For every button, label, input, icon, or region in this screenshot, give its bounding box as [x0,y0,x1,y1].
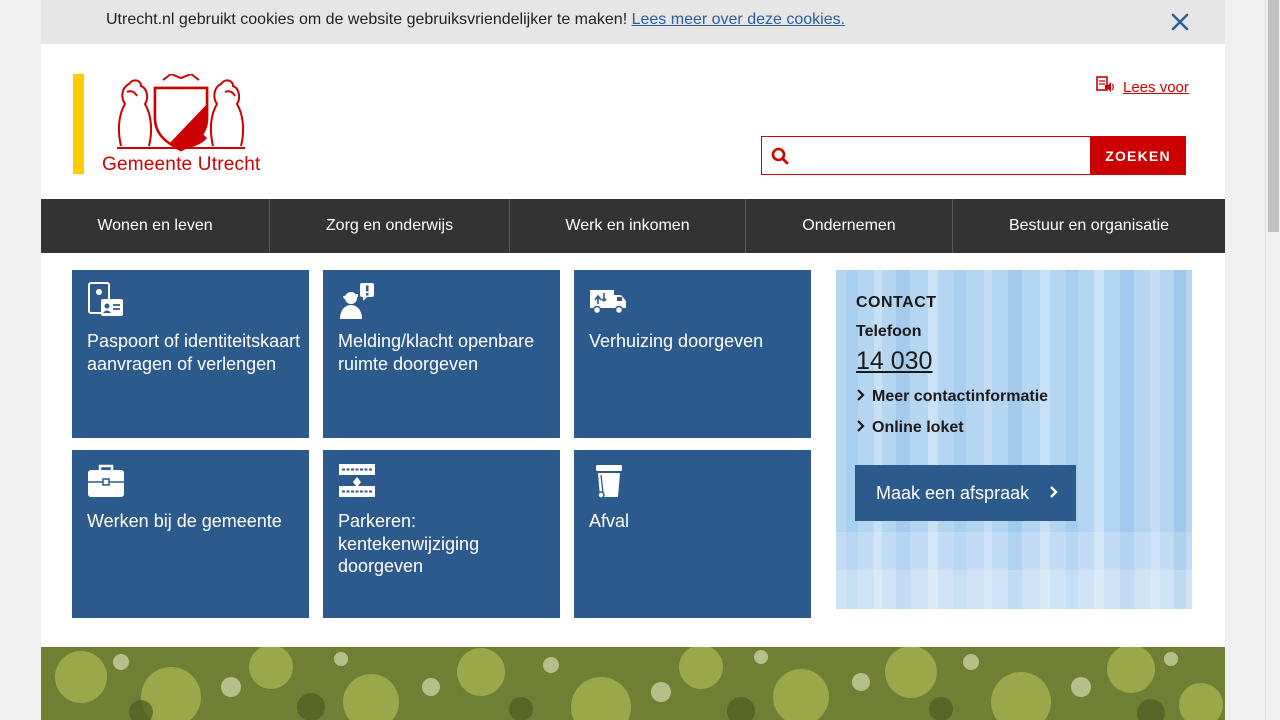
tile-report[interactable]: Melding/klacht openbare ruimte doorgeven [323,270,560,438]
logo-yellow-bar [73,74,84,174]
coat-of-arms-icon [111,72,251,159]
contact-background-pattern [836,270,1192,609]
phone-label: Telefoon [856,323,922,340]
nav-item-ondernemen[interactable]: Ondernemen [746,199,953,253]
cookie-message: Utrecht.nl gebruikt cookies om de websit… [106,11,845,29]
main-navigation: Wonen en leven Zorg en onderwijs Werk en… [41,199,1225,253]
hero-image [41,647,1225,720]
chevron-right-icon [856,388,865,406]
tile-report-label: Melding/klacht openbare ruimte doorgeven [338,331,535,374]
more-contact-label: Meer contactinformatie [872,388,1049,405]
read-aloud-label: Lees voor [1123,79,1189,96]
moving-truck-icon [589,282,627,325]
report-person-icon [338,282,376,325]
tile-passport[interactable]: Paspoort of identiteitskaart aanvragen o… [72,270,309,438]
search-icon [771,147,789,170]
cookie-info-link[interactable]: Lees meer over deze cookies. [632,11,845,28]
municipality-logo[interactable]: Gemeente Utrecht [73,72,273,176]
nav-item-bestuur[interactable]: Bestuur en organisatie [953,199,1225,253]
page-content: Gemeente Utrecht Lees voor ZOEKEN Wonen … [41,44,1225,647]
search-button[interactable]: ZOEKEN [1090,136,1186,175]
cookie-message-text: Utrecht.nl gebruikt cookies om de websit… [106,11,628,28]
speaker-icon [1096,76,1115,99]
license-plate-icon [338,462,376,505]
search-input[interactable] [796,139,1086,172]
tile-waste[interactable]: Afval [574,450,811,618]
page-scrollbar[interactable] [1265,0,1280,720]
cookie-bar: Utrecht.nl gebruikt cookies om de websit… [41,0,1225,44]
contact-panel: CONTACT Telefoon 14 030 Meer contactinfo… [836,270,1192,609]
chevron-right-icon [856,419,865,437]
nav-item-werk[interactable]: Werk en inkomen [510,199,746,253]
tile-parking[interactable]: Parkeren: kentekenwijziging doorgeven [323,450,560,618]
briefcase-icon [87,462,125,505]
tile-parking-label: Parkeren: kentekenwijziging doorgeven [338,511,480,576]
logo-name: Gemeente Utrecht [102,154,261,175]
id-card-icon [87,282,125,325]
read-aloud-button[interactable]: Lees voor [1096,76,1189,99]
phone-number-link[interactable]: 14 030 [856,347,932,376]
search-field[interactable] [761,136,1091,175]
make-appointment-button[interactable]: Maak een afspraak [855,465,1076,521]
tile-jobs[interactable]: Werken bij de gemeente [72,450,309,618]
appointment-button-label: Maak een afspraak [876,482,1030,503]
search-bar: ZOEKEN [761,136,1186,175]
tile-passport-label: Paspoort of identiteitskaart aanvragen o… [87,331,301,374]
nav-item-zorg[interactable]: Zorg en onderwijs [270,199,510,253]
contact-heading: CONTACT [856,294,937,311]
close-icon[interactable] [1169,11,1191,33]
chevron-right-icon [1049,483,1058,504]
trash-bin-icon [589,462,627,505]
tile-moving[interactable]: Verhuizing doorgeven [574,270,811,438]
nav-item-wonen[interactable]: Wonen en leven [41,199,270,253]
tile-moving-label: Verhuizing doorgeven [589,331,764,351]
online-desk-link[interactable]: Online loket [856,419,964,437]
tile-waste-label: Afval [589,511,630,531]
scrollbar-thumb[interactable] [1268,0,1279,232]
online-desk-label: Online loket [872,419,964,436]
tile-jobs-label: Werken bij de gemeente [87,511,282,531]
more-contact-link[interactable]: Meer contactinformatie [856,388,1048,406]
